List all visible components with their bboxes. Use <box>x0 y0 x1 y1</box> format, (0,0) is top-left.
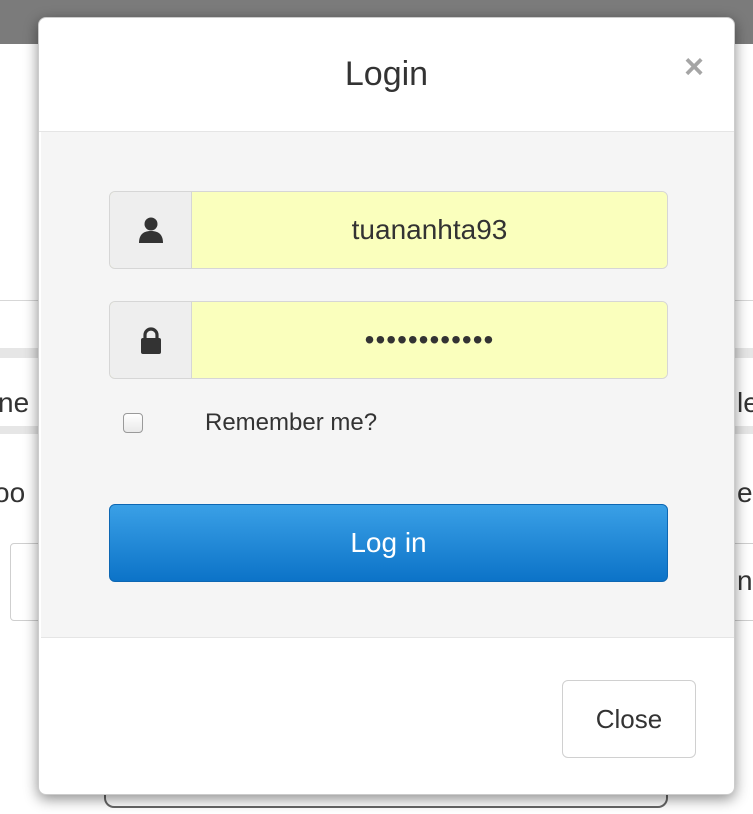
password-input[interactable] <box>192 302 667 378</box>
modal-title: Login <box>344 55 429 93</box>
background-text-fragment: ne <box>0 387 30 418</box>
remember-me-checkbox[interactable] <box>123 413 143 433</box>
modal-body: Remember me? Log in <box>41 132 734 638</box>
close-icon[interactable]: × <box>684 50 704 84</box>
remember-me-row: Remember me? <box>123 408 377 438</box>
login-button[interactable]: Log in <box>109 504 668 582</box>
remember-me-label[interactable]: Remember me? <box>205 409 377 437</box>
modal-footer: Close <box>39 638 734 794</box>
lock-icon <box>110 302 192 378</box>
background-text-fragment: oo <box>0 477 26 508</box>
password-group <box>109 301 668 379</box>
username-input[interactable] <box>192 192 667 268</box>
background-text-fragment: le <box>737 387 753 418</box>
close-button[interactable]: Close <box>562 680 696 758</box>
login-modal: Login × Reme <box>38 17 735 795</box>
modal-header: Login × <box>39 18 734 132</box>
background-text-fragment: n <box>737 565 753 596</box>
username-group <box>109 191 668 269</box>
user-icon <box>110 192 192 268</box>
background-text-fragment: e <box>737 477 753 508</box>
